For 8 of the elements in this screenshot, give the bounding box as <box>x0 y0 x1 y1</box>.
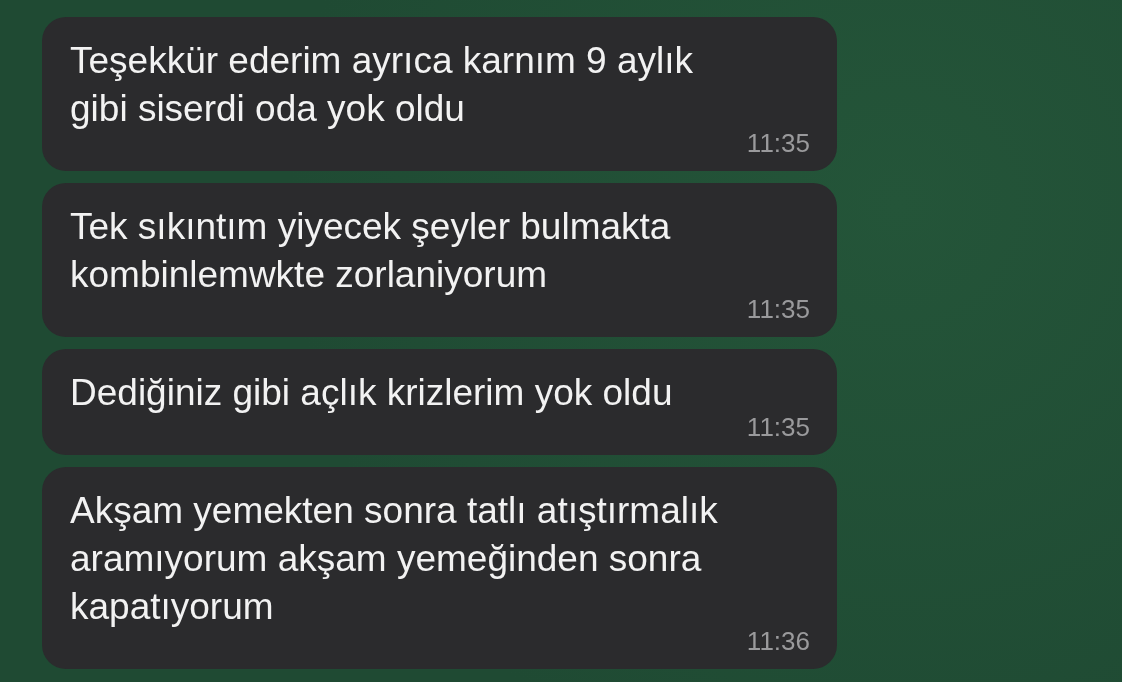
message-time: 11:35 <box>746 293 810 325</box>
message-text: Teşekkür ederim ayrıca karnım 9 aylık gibi siserdi oda yok oldu <box>70 39 695 131</box>
message-time: 11:36 <box>746 625 810 657</box>
message-time: 11:35 <box>746 411 810 443</box>
message-text: Dediğiniz gibi açlık krizlerim yok oldu <box>70 371 674 415</box>
message-text: Tek sıkıntım yiyecek şeyler bulmakta kombinlemwkte zorlaniyorum <box>70 205 672 297</box>
message-time: 11:35 <box>746 127 810 159</box>
message-text: Akşam yemekten sonra tatlı atıştırmalık aramıyorum akşam yemeğinden sonra kapatıyorum <box>70 489 719 629</box>
